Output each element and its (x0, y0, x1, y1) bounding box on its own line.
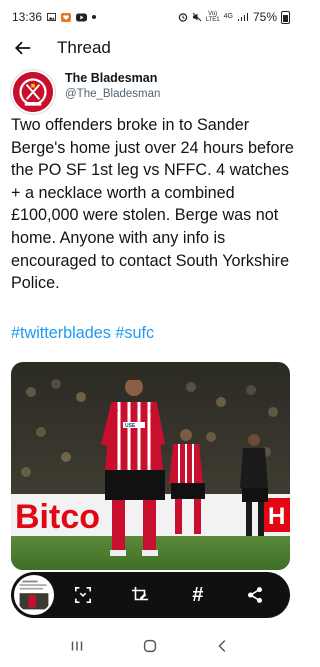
thumbnail-preview (16, 577, 52, 613)
author-handle[interactable]: @The_Bladesman (65, 88, 160, 100)
arrow-left-icon (14, 41, 31, 55)
tweet-author: The Bladesman @The_Bladesman (11, 70, 291, 114)
tweet-body: Two offenders broke in to Sander Berge's… (11, 116, 294, 293)
author-avatar[interactable] (11, 70, 55, 114)
club-crest-icon (13, 72, 53, 112)
battery-percent: 75% (252, 10, 277, 24)
gallery-notification-icon (47, 13, 56, 21)
heart-notification-icon (61, 12, 72, 22)
image-action-toolbar: # (11, 572, 290, 618)
hashtag-link[interactable]: #sufc (115, 324, 154, 342)
scan-button[interactable] (63, 575, 103, 615)
youtube-notification-icon (76, 13, 88, 21)
crop-edit-button[interactable] (120, 575, 160, 615)
advertising-board-text: Bitco (15, 498, 100, 536)
share-icon (248, 587, 263, 603)
more-notifications-dot (92, 15, 97, 19)
status-bar: 13:36 Vo) LTE1 4G 75% (0, 0, 300, 34)
page-title: Thread (57, 38, 111, 57)
mute-icon (192, 12, 202, 22)
app-header: Thread (0, 34, 300, 62)
tweet-hashtags: #twitterblades #sufc (11, 324, 154, 343)
shirt-sponsor: USE (125, 423, 136, 429)
back-icon (218, 639, 226, 652)
alarm-icon (178, 13, 187, 22)
network-bottom: LTE1 (205, 17, 220, 23)
recent-apps-button[interactable] (62, 631, 92, 661)
football-match-photo: Bitco H USE (11, 362, 290, 570)
scan-icon (74, 586, 91, 604)
screenshot-thumbnail[interactable] (14, 575, 54, 615)
tweet-photo[interactable]: Bitco H USE (11, 362, 290, 570)
author-name[interactable]: The Bladesman (65, 71, 160, 85)
hashtag-link[interactable]: #twitterblades (11, 324, 111, 342)
crop-edit-icon (132, 586, 149, 601)
clock: 13:36 (12, 10, 43, 24)
back-button[interactable] (8, 34, 38, 62)
home-icon (143, 639, 157, 652)
home-button[interactable] (135, 631, 165, 661)
system-back-button[interactable] (208, 631, 238, 661)
recent-apps-icon (71, 641, 82, 650)
hashtag-button[interactable]: # (178, 575, 218, 615)
system-navigation-bar (0, 624, 300, 667)
signal-icon (237, 13, 248, 21)
advertising-board-text: H (268, 503, 285, 530)
network-type: Vo) LTE1 (206, 11, 220, 23)
hashtag-icon: # (192, 583, 204, 606)
share-button[interactable] (235, 575, 275, 615)
network-gen: 4G (223, 13, 233, 20)
battery-icon (281, 10, 290, 24)
